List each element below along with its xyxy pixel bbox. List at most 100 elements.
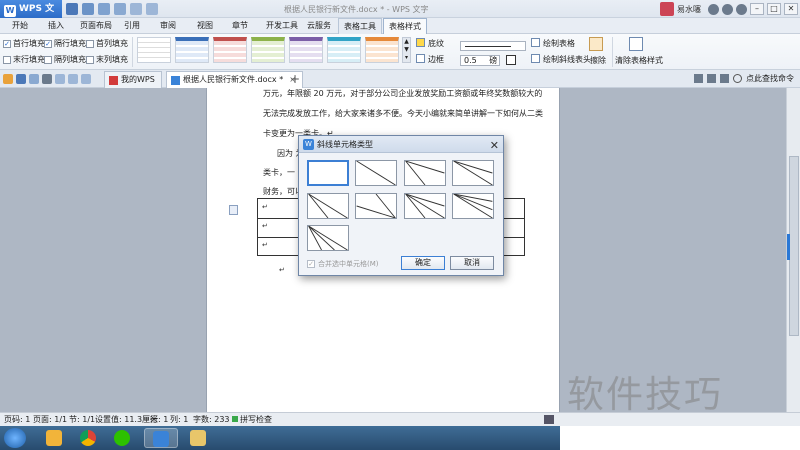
taskbar-explorer[interactable] bbox=[182, 428, 216, 448]
line-style-select[interactable] bbox=[460, 41, 526, 51]
table-style-thumb-5[interactable] bbox=[289, 37, 323, 63]
diagonal-option-8[interactable] bbox=[307, 225, 349, 251]
new-tab-button[interactable]: + bbox=[290, 72, 300, 86]
menu-table-tools[interactable]: 表格工具 bbox=[338, 18, 382, 34]
checkbox-last-row[interactable]: 末行填充 bbox=[3, 54, 45, 65]
table-style-thumb-4[interactable] bbox=[251, 37, 285, 63]
command-search[interactable]: 点此查找命令 bbox=[746, 73, 794, 84]
table-style-thumb-6[interactable] bbox=[327, 37, 361, 63]
table-style-thumb-1[interactable] bbox=[137, 37, 171, 63]
checkbox-first-column[interactable]: 首列填充 bbox=[86, 38, 128, 49]
fullscreen-icon[interactable] bbox=[544, 415, 554, 424]
diagonal-option-3[interactable] bbox=[452, 160, 494, 186]
line-width-field[interactable]: 0.5 磅 bbox=[460, 55, 500, 66]
export-icon[interactable] bbox=[29, 74, 39, 84]
line-color-icon[interactable] bbox=[506, 55, 516, 65]
bar-icon-1[interactable] bbox=[694, 74, 703, 83]
eraser-icon[interactable] bbox=[589, 37, 603, 51]
checkbox-last-column[interactable]: 末列填充 bbox=[86, 54, 128, 65]
table-style-thumb-3[interactable] bbox=[213, 37, 247, 63]
taskbar-chrome[interactable] bbox=[72, 428, 106, 448]
diagonal-option-2[interactable] bbox=[404, 160, 446, 186]
bar-icon-2[interactable] bbox=[707, 74, 716, 83]
erase-button[interactable]: 擦除 bbox=[590, 55, 606, 66]
checkbox-last-column-box[interactable] bbox=[86, 55, 94, 64]
taskbar-wechat[interactable] bbox=[106, 428, 140, 448]
checkbox-banded-rows-box[interactable]: ✓ bbox=[44, 39, 52, 48]
maximize-button[interactable]: □ bbox=[767, 3, 781, 15]
tab-my-wps[interactable]: 我的WPS bbox=[104, 71, 162, 88]
help-icon[interactable] bbox=[722, 3, 733, 15]
checkbox-header-row-box[interactable]: ✓ bbox=[3, 39, 11, 48]
user-name[interactable]: 易水噻 bbox=[677, 4, 701, 15]
draw-diagonal-header-icon[interactable] bbox=[531, 54, 540, 63]
style-gallery-scroll[interactable]: ▲ ▼ ▾ bbox=[402, 37, 411, 63]
redo-icon[interactable] bbox=[146, 3, 158, 15]
menu-chapter[interactable]: 章节 bbox=[232, 18, 248, 34]
cancel-button[interactable]: 取消 bbox=[450, 256, 494, 270]
diagonal-option-6[interactable] bbox=[404, 193, 446, 219]
bar-icon-3[interactable] bbox=[720, 74, 729, 83]
merge-cells-checkbox[interactable]: ✓ bbox=[307, 260, 315, 268]
checkbox-banded-columns[interactable]: 隔列填充 bbox=[44, 54, 86, 65]
spell-check-toggle[interactable]: 拼写检查 bbox=[232, 413, 272, 426]
diagonal-option-none[interactable] bbox=[307, 160, 349, 186]
redo-small-icon[interactable] bbox=[81, 74, 91, 84]
menu-view[interactable]: 视图 bbox=[197, 18, 213, 34]
clear-table-style-button[interactable]: 清除表格样式 bbox=[615, 55, 663, 66]
scrollbar-thumb[interactable] bbox=[789, 156, 799, 336]
checkbox-first-column-box[interactable] bbox=[86, 39, 94, 48]
clear-table-style-icon[interactable] bbox=[629, 37, 643, 51]
dialog-close-button[interactable]: ✕ bbox=[490, 137, 499, 154]
undo-small-icon[interactable] bbox=[68, 74, 78, 84]
diagonal-option-5[interactable] bbox=[355, 193, 397, 219]
checkbox-banded-columns-box[interactable] bbox=[44, 55, 52, 64]
start-button[interactable] bbox=[4, 428, 26, 448]
table-style-thumb-7[interactable] bbox=[365, 37, 399, 63]
diagonal-option-4[interactable] bbox=[307, 193, 349, 219]
paragraph-layout-icon[interactable] bbox=[229, 205, 238, 215]
preview-small-icon[interactable] bbox=[55, 74, 65, 84]
draw-table-icon[interactable] bbox=[531, 38, 540, 47]
settings-icon[interactable] bbox=[736, 3, 747, 15]
preview-icon[interactable] bbox=[114, 3, 126, 15]
diagonal-option-1[interactable] bbox=[355, 160, 397, 186]
merge-cells-option[interactable]: ✓ 合并选中单元格(M) bbox=[307, 259, 379, 269]
taskbar-wps-writer[interactable] bbox=[144, 428, 178, 448]
border-icon[interactable] bbox=[416, 54, 425, 63]
shading-button[interactable]: 底纹 bbox=[428, 38, 444, 49]
checkbox-header-row[interactable]: ✓ 首行填充 bbox=[3, 38, 45, 49]
menu-references[interactable]: 引用 bbox=[124, 18, 140, 34]
table-style-thumb-2[interactable] bbox=[175, 37, 209, 63]
menu-developer[interactable]: 开发工具 bbox=[266, 18, 298, 34]
checkbox-last-row-box[interactable] bbox=[3, 55, 11, 64]
print-icon[interactable] bbox=[98, 3, 110, 15]
taskbar-app-1[interactable] bbox=[38, 428, 72, 448]
ok-button[interactable]: 确定 bbox=[401, 256, 445, 270]
undo-icon[interactable] bbox=[130, 3, 142, 15]
draw-diagonal-header-button[interactable]: 绘制斜线表头 bbox=[543, 54, 591, 65]
print-small-icon[interactable] bbox=[42, 74, 52, 84]
menu-review[interactable]: 审阅 bbox=[160, 18, 176, 34]
open-folder-icon[interactable] bbox=[3, 74, 13, 84]
checkbox-banded-rows[interactable]: ✓ 隔行填充 bbox=[44, 38, 86, 49]
diagonal-option-7[interactable] bbox=[452, 193, 494, 219]
user-avatar[interactable] bbox=[660, 2, 674, 16]
menu-page-layout[interactable]: 页面布局 bbox=[80, 18, 112, 34]
close-button[interactable]: ✕ bbox=[784, 3, 798, 15]
open-icon[interactable] bbox=[82, 3, 94, 15]
wps-menu-button[interactable]: WWPS 文字 bbox=[0, 0, 62, 32]
menu-start[interactable]: 开始 bbox=[12, 18, 28, 34]
menu-table-style[interactable]: 表格样式 bbox=[383, 18, 427, 34]
save-icon[interactable] bbox=[66, 3, 78, 15]
menu-insert[interactable]: 插入 bbox=[48, 18, 64, 34]
minimize-button[interactable]: – bbox=[750, 3, 764, 15]
save-small-icon[interactable] bbox=[16, 74, 26, 84]
border-button[interactable]: 边框 bbox=[428, 54, 444, 65]
skin-icon[interactable] bbox=[708, 3, 719, 15]
vertical-scrollbar[interactable] bbox=[786, 88, 800, 412]
draw-table-button[interactable]: 绘制表格 bbox=[543, 38, 575, 49]
tab-document[interactable]: 根据人民银行新文件.docx * × bbox=[166, 71, 303, 88]
shading-icon[interactable] bbox=[416, 38, 425, 47]
menu-cloud[interactable]: 云服务 bbox=[307, 18, 331, 34]
